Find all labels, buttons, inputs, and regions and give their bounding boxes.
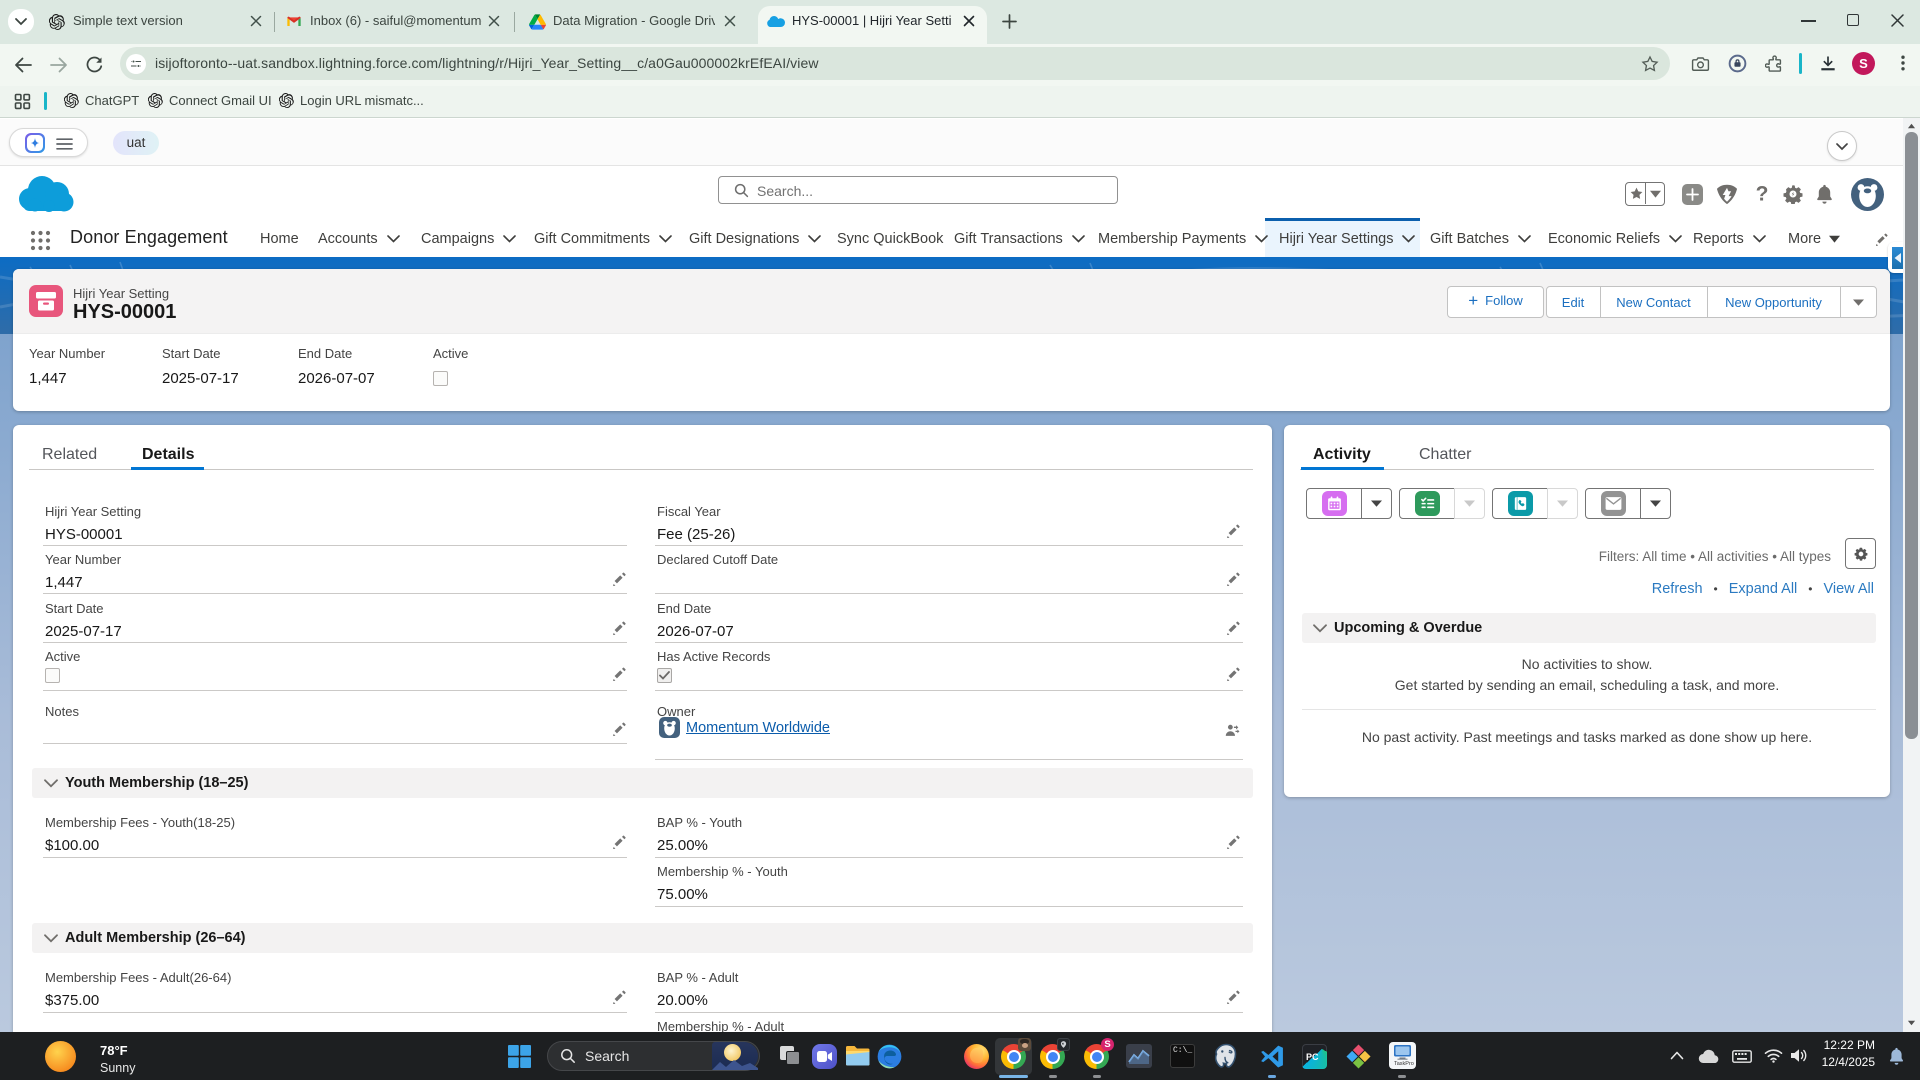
svg-text:?: ? xyxy=(1756,183,1769,205)
